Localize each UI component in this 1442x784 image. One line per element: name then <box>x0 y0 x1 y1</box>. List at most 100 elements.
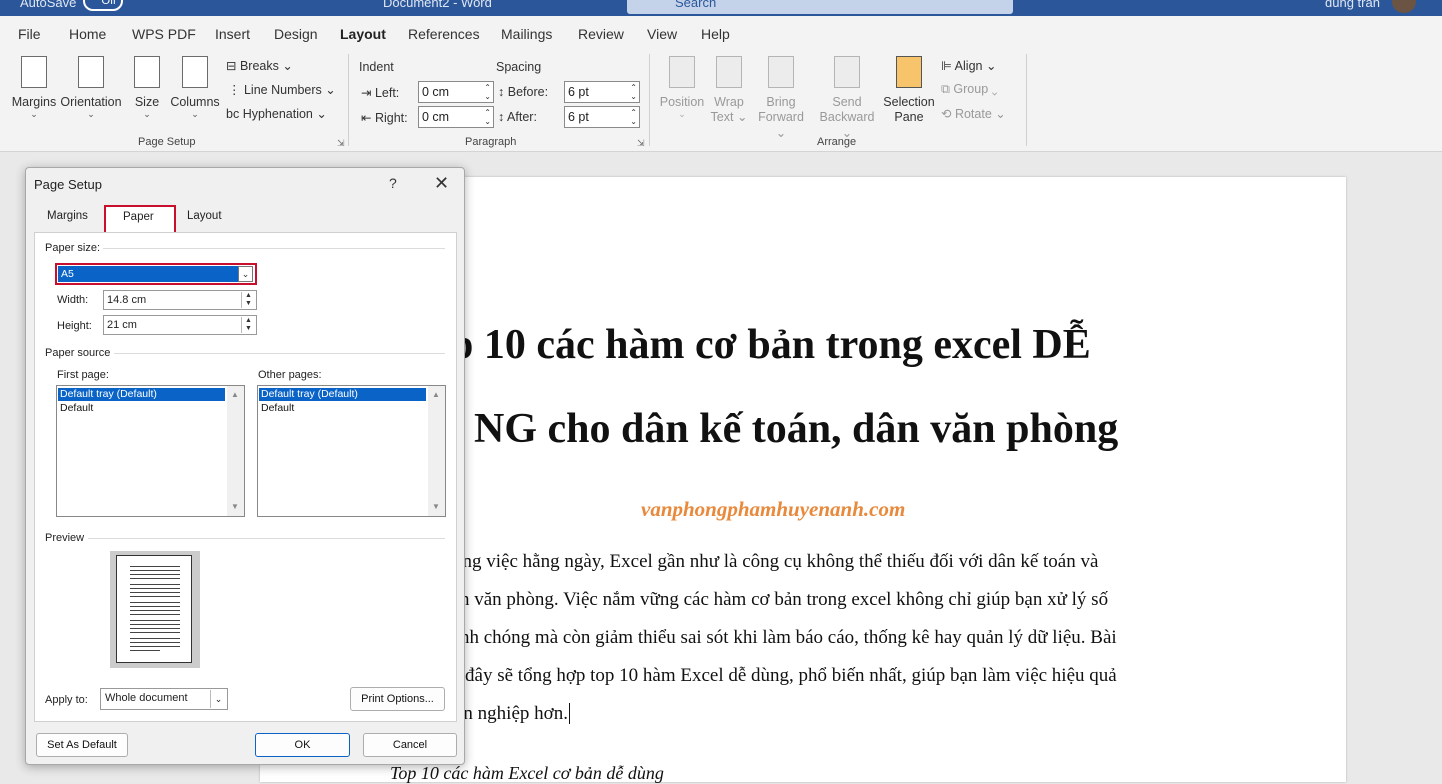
wrap-text-button[interactable]: Wrap Text ⌄ <box>708 56 750 125</box>
tab-margins[interactable]: Margins <box>47 210 88 222</box>
line-numbers-icon: ⋮ <box>228 83 244 97</box>
hyphenation-button[interactable]: bc Hyphenation ⌄ <box>226 106 327 121</box>
autosave-toggle[interactable]: Off <box>83 0 123 11</box>
other-pages-label: Other pages: <box>258 369 322 381</box>
user-name: dung tran <box>1325 0 1380 10</box>
tab-file[interactable]: File <box>18 26 41 42</box>
group-icon: ⧉ <box>941 82 954 96</box>
preview-label: Preview <box>45 532 85 544</box>
rotate-icon: ⟲ <box>941 107 955 121</box>
chevron-down-icon[interactable]: ⌄ <box>210 690 226 708</box>
search-input[interactable]: Search <box>627 0 1013 14</box>
group-button[interactable]: ⧉ Group ⌄ <box>941 82 998 97</box>
menu-bar: File Home WPS PDF Insert Design Layout R… <box>0 16 1442 50</box>
orientation-button[interactable]: Orientation ⌄ <box>59 56 123 119</box>
spinner-icon[interactable]: ⌃ ⌄ <box>630 83 637 101</box>
list-item[interactable]: Default tray (Default) <box>259 388 426 401</box>
paragraph-line: nh chóng mà còn giảm thiểu sai sót khi l… <box>460 627 1117 648</box>
list-item[interactable]: Default tray (Default) <box>58 388 225 401</box>
group-divider <box>649 54 650 146</box>
ok-button[interactable]: OK <box>255 733 350 757</box>
tab-layout[interactable]: Layout <box>340 26 386 50</box>
cancel-button[interactable]: Cancel <box>363 733 457 757</box>
selection-pane-button[interactable]: Selection Pane <box>882 56 936 125</box>
paragraph-launcher-icon[interactable]: ⇲ <box>637 138 645 149</box>
help-button[interactable]: ? <box>389 175 397 191</box>
spacing-after-icon: ↕ <box>498 110 508 124</box>
scrollbar[interactable]: ▲ ▼ <box>227 386 244 516</box>
chevron-down-icon[interactable]: ⌄ <box>238 266 253 282</box>
text-cursor <box>568 703 570 724</box>
first-page-list[interactable]: Default tray (Default) Default ▲ ▼ <box>56 385 245 517</box>
close-icon[interactable]: ✕ <box>434 173 449 194</box>
rotate-button[interactable]: ⟲ Rotate ⌄ <box>941 106 1006 121</box>
spinner-icon[interactable]: ▲ ▼ <box>241 292 255 308</box>
tab-mailings[interactable]: Mailings <box>501 26 552 42</box>
scrollbar[interactable]: ▲ ▼ <box>428 386 445 516</box>
align-icon: ⊫ <box>941 59 955 73</box>
document-site-label: vanphongphamhuyenanh.com <box>641 497 906 521</box>
margins-icon <box>21 56 47 88</box>
indent-left-input[interactable]: 0 cm ⌃ ⌄ <box>418 81 494 103</box>
columns-button[interactable]: Columns ⌄ <box>169 56 221 119</box>
breaks-button[interactable]: ⊟ Breaks ⌄ <box>226 58 293 73</box>
paper-size-select[interactable]: A5 ⌄ <box>55 263 257 285</box>
position-icon <box>669 56 695 88</box>
first-page-label: First page: <box>57 369 109 381</box>
paragraph-line: ông việc hằng ngày, Excel gần như là côn… <box>453 551 1099 572</box>
tab-view[interactable]: View <box>647 26 677 42</box>
document-title: Document2 - Word <box>383 0 492 10</box>
spinner-icon[interactable]: ▲ ▼ <box>241 317 255 333</box>
height-label: Height: <box>57 320 92 332</box>
tab-insert[interactable]: Insert <box>215 26 250 42</box>
paragraph-line: ên nghiệp hơn. <box>455 703 570 724</box>
spacing-after-input[interactable]: 6 pt ⌃ ⌄ <box>564 106 640 128</box>
tab-home[interactable]: Home <box>69 26 106 42</box>
avatar[interactable] <box>1392 0 1416 13</box>
spinner-icon[interactable]: ⌃ ⌄ <box>484 108 491 126</box>
margins-button[interactable]: Margins ⌄ <box>10 56 58 119</box>
indent-right-input[interactable]: 0 cm ⌃ ⌄ <box>418 106 494 128</box>
tab-design[interactable]: Design <box>274 26 318 42</box>
chevron-down-icon[interactable]: ▼ <box>432 502 440 511</box>
apply-to-select[interactable]: Whole document ⌄ <box>100 688 228 710</box>
tab-wps-pdf[interactable]: WPS PDF <box>132 26 196 42</box>
width-input[interactable]: 14.8 cm ▲ ▼ <box>103 290 257 310</box>
tab-paper[interactable]: Paper <box>104 205 176 234</box>
print-options-button[interactable]: Print Options... <box>350 687 445 711</box>
document-heading-line-1: p 10 các hàm cơ bản trong excel DỄ <box>450 322 1091 368</box>
spacing-before-input[interactable]: 6 pt ⌃ ⌄ <box>564 81 640 103</box>
spinner-icon[interactable]: ⌃ ⌄ <box>630 108 637 126</box>
divider <box>88 538 445 539</box>
size-icon <box>134 56 160 88</box>
list-item[interactable]: Default <box>259 402 426 415</box>
tab-help[interactable]: Help <box>701 26 730 42</box>
size-button[interactable]: Size ⌄ <box>132 56 162 119</box>
line-numbers-button[interactable]: ⋮ Line Numbers ⌄ <box>228 82 336 97</box>
tab-layout[interactable]: Layout <box>187 210 222 222</box>
align-button[interactable]: ⊫ Align ⌄ <box>941 58 996 73</box>
columns-icon <box>182 56 208 88</box>
spinner-icon[interactable]: ⌃ ⌄ <box>484 83 491 101</box>
page-setup-launcher-icon[interactable]: ⇲ <box>337 138 345 149</box>
chevron-down-icon[interactable]: ▼ <box>231 502 239 511</box>
tab-references[interactable]: References <box>408 26 480 42</box>
divider <box>103 248 445 249</box>
hyphenation-icon: bc <box>226 107 243 121</box>
chevron-up-icon[interactable]: ▲ <box>432 390 440 399</box>
chevron-up-icon[interactable]: ▲ <box>231 390 239 399</box>
send-backward-icon <box>834 56 860 88</box>
position-button[interactable]: Position ⌄ <box>658 56 706 119</box>
other-pages-list[interactable]: Default tray (Default) Default ▲ ▼ <box>257 385 446 517</box>
tab-review[interactable]: Review <box>578 26 624 42</box>
spacing-label: Spacing <box>496 60 542 74</box>
list-item[interactable]: Default <box>58 402 225 415</box>
paper-size-label: Paper size: <box>45 242 101 254</box>
bring-forward-button[interactable]: Bring Forward ⌄ <box>752 56 810 141</box>
height-input[interactable]: 21 cm ▲ ▼ <box>103 315 257 335</box>
send-backward-button[interactable]: Send Backward ⌄ <box>814 56 880 141</box>
dialog-title: Page Setup <box>34 177 102 192</box>
orientation-icon <box>78 56 104 88</box>
set-as-default-button[interactable]: Set As Default <box>36 733 128 757</box>
indent-right-icon: ⇤ <box>361 111 375 125</box>
